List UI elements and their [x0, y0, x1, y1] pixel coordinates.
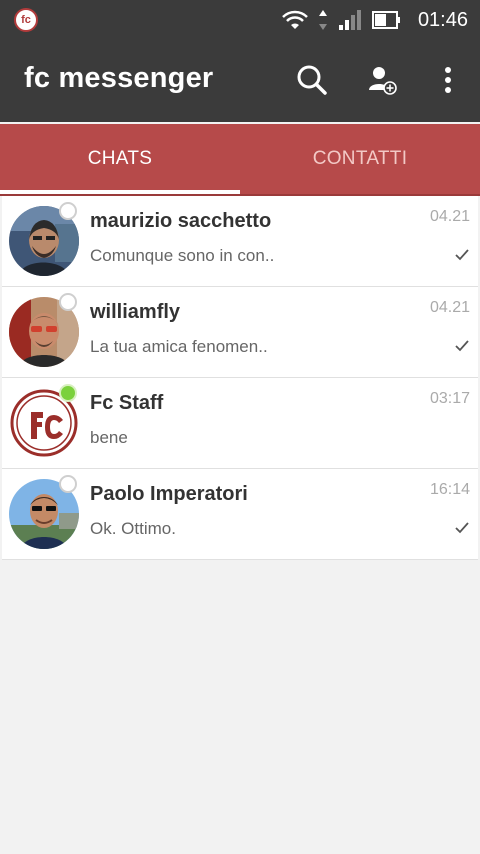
overflow-menu-button[interactable]: [430, 62, 466, 98]
clock: 01:46: [417, 8, 468, 31]
tab-chats[interactable]: CHATS: [0, 124, 240, 194]
presence-indicator-online: [59, 384, 77, 402]
presence-indicator-offline: [59, 293, 77, 311]
message-time: 04.21: [429, 208, 470, 225]
contact-name: williamfly: [90, 301, 181, 323]
message-preview: Ok. Ottimo.: [90, 519, 176, 538]
data-transfer-icon: [318, 10, 327, 30]
chat-row[interactable]: maurizio sacchetto Comunque sono in con.…: [2, 196, 478, 287]
add-user-icon: [369, 67, 397, 95]
wifi-icon: [282, 10, 308, 29]
signal-icon: [338, 10, 361, 30]
contact-name: Paolo Imperatori: [90, 483, 248, 505]
presence-indicator-offline: [59, 202, 77, 220]
status-bar: fc 01:46: [0, 0, 480, 40]
app-notification-icon: fc: [14, 8, 38, 32]
app-title: fc messenger: [24, 62, 214, 94]
chat-list: maurizio sacchetto Comunque sono in con.…: [2, 196, 478, 560]
presence-indicator-offline: [59, 475, 77, 493]
tab-chats-label: CHATS: [87, 148, 153, 169]
battery-icon: [371, 11, 400, 29]
message-time: 16:14: [429, 481, 470, 498]
search-button[interactable]: [294, 62, 330, 98]
contact-name: Fc Staff: [90, 392, 164, 414]
message-preview: La tua amica fenomen..: [90, 337, 268, 356]
status-icons: 01:46: [282, 8, 468, 32]
message-preview: Comunque sono in con..: [90, 246, 275, 265]
chat-row[interactable]: Paolo Imperatori Ok. Ottimo. 16:14: [2, 469, 478, 560]
more-vert-icon: [445, 67, 451, 93]
add-contact-button[interactable]: [364, 62, 400, 98]
search-icon: [297, 65, 327, 95]
read-check-icon: [455, 340, 469, 352]
chat-row[interactable]: williamfly La tua amica fenomen.. 04.21: [2, 287, 478, 378]
tab-bar: CHATS CONTATTI: [0, 124, 480, 194]
contact-name: maurizio sacchetto: [90, 210, 272, 232]
message-preview: bene: [90, 428, 128, 447]
app-bar: fc messenger: [0, 40, 480, 122]
chat-row[interactable]: Fc Staff bene 03:17: [2, 378, 478, 469]
message-time: 03:17: [429, 390, 470, 407]
message-time: 04.21: [429, 299, 470, 316]
tab-contatti[interactable]: CONTATTI: [240, 124, 480, 194]
read-check-icon: [455, 522, 469, 534]
tab-contatti-label: CONTATTI: [312, 148, 408, 169]
read-check-icon: [455, 249, 469, 261]
